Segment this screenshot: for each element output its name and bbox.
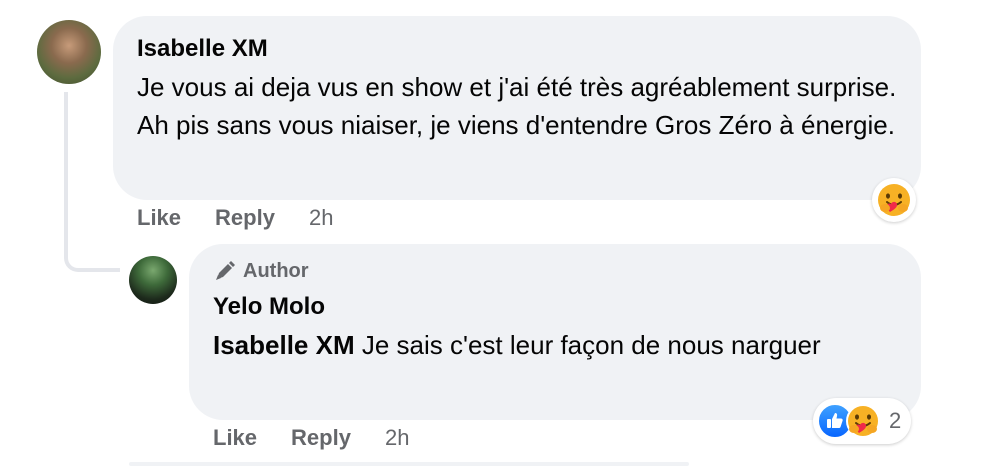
comment-text: Je vous ai deja vus en show et j'ai été … <box>137 72 897 140</box>
author-badge: Author <box>213 258 897 284</box>
reaction-emoji-stack <box>817 403 881 439</box>
care-emoji-icon <box>845 403 881 439</box>
comment-like-button[interactable]: Like <box>137 205 181 231</box>
comment-actions: Like Reply 2h <box>137 205 333 231</box>
reply-bubble: Author Yelo Molo Isabelle XM Je sais c'e… <box>189 244 921 420</box>
comment-timestamp[interactable]: 2h <box>309 205 333 231</box>
reaction-count: 2 <box>889 408 902 433</box>
comment-reaction-summary[interactable] <box>872 178 916 222</box>
care-emoji-icon <box>878 184 910 216</box>
reply-like-button[interactable]: Like <box>213 425 257 451</box>
reply-reply-button[interactable]: Reply <box>291 425 351 451</box>
pen-icon <box>216 261 235 280</box>
reply-mention-link[interactable]: Isabelle XM <box>213 330 355 360</box>
comment-bubble: Isabelle XM Je vous ai deja vus en show … <box>113 16 921 200</box>
author-badge-label: Author <box>243 260 309 282</box>
reply-timestamp[interactable]: 2h <box>385 425 409 451</box>
reply-text: Je sais c'est leur façon de nous narguer <box>361 330 821 360</box>
thread-connector-line <box>64 92 120 272</box>
comment-reply-button[interactable]: Reply <box>215 205 275 231</box>
avatar-yelo-molo[interactable] <box>129 256 177 304</box>
next-comment-edge <box>129 462 689 466</box>
reply-text-container: Isabelle XM Je sais c'est leur façon de … <box>213 326 897 364</box>
avatar-isabelle[interactable] <box>37 20 101 84</box>
comment-author-name[interactable]: Isabelle XM <box>137 34 897 64</box>
reply-reaction-summary[interactable]: 2 <box>813 398 912 444</box>
reply-author-name[interactable]: Yelo Molo <box>213 292 897 322</box>
reply-actions: Like Reply 2h <box>213 425 409 451</box>
